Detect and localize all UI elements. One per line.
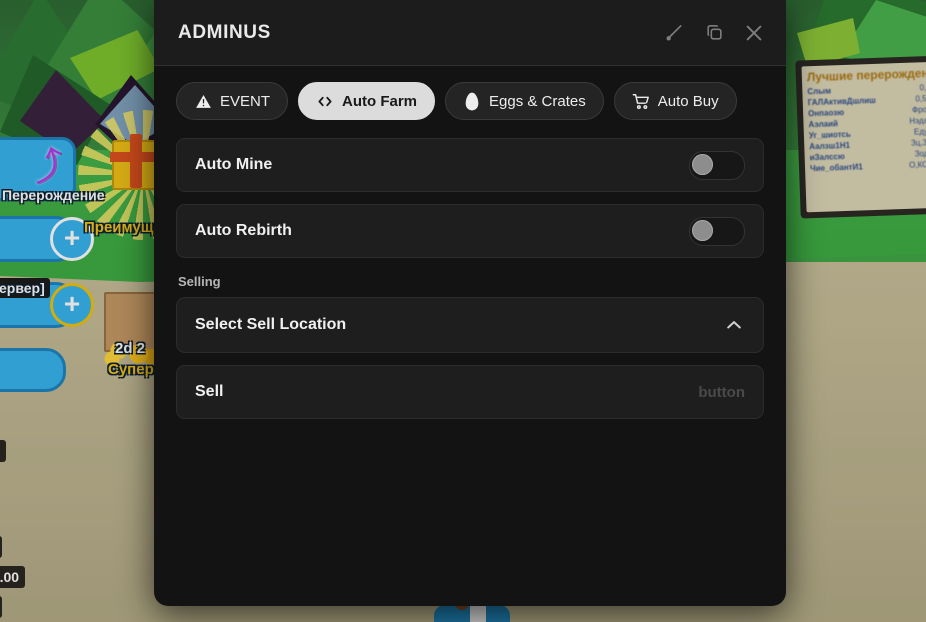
tab-label: Auto Buy <box>657 92 719 110</box>
header-icon-group <box>662 21 766 45</box>
section-label-selling: Selling <box>178 274 221 289</box>
copy-icon[interactable] <box>702 21 726 45</box>
adminus-panel: ADMINUS EVENT Auto Farm Eggs & Crates Au… <box>154 0 786 606</box>
panel-title: ADMINUS <box>178 21 271 43</box>
tab-eggs-crates[interactable]: Eggs & Crates <box>445 82 604 120</box>
egg-icon <box>463 92 481 110</box>
dropdown-select-sell-location[interactable]: Select Sell Location <box>176 297 764 353</box>
close-icon[interactable] <box>742 21 766 45</box>
row-label-auto-rebirth: Auto Rebirth <box>195 222 292 239</box>
panel-header: ADMINUS <box>154 0 786 66</box>
tab-auto-farm[interactable]: Auto Farm <box>298 82 436 120</box>
button-sell-hint: button <box>698 383 745 401</box>
code-brackets-icon <box>316 92 334 110</box>
toggle-knob <box>692 219 713 241</box>
tab-bar: EVENT Auto Farm Eggs & Crates Auto Buy <box>154 66 786 132</box>
tab-label: EVENT <box>220 92 271 110</box>
chevron-up-icon[interactable] <box>723 314 745 336</box>
toggle-auto-mine[interactable] <box>689 150 745 180</box>
paintbrush-icon[interactable] <box>662 21 686 45</box>
panel-content: Auto Mine Auto Rebirth Selling Select Se… <box>154 132 786 419</box>
button-sell[interactable]: Sell button <box>176 365 764 419</box>
tab-label: Auto Farm <box>342 92 418 110</box>
row-label-auto-mine: Auto Mine <box>195 156 273 173</box>
toggle-knob <box>692 153 713 175</box>
screen: ⤴ Перерождение + Преимуще + ервер] 2d 2 … <box>0 0 926 622</box>
row-auto-mine[interactable]: Auto Mine <box>176 138 764 192</box>
warning-triangle-icon <box>194 92 212 110</box>
shopping-cart-icon <box>632 92 650 110</box>
tab-auto-buy[interactable]: Auto Buy <box>613 82 737 120</box>
tab-event[interactable]: EVENT <box>176 82 289 120</box>
button-sell-label: Sell <box>195 383 224 400</box>
row-auto-rebirth[interactable]: Auto Rebirth <box>176 204 764 258</box>
toggle-auto-rebirth[interactable] <box>689 216 745 246</box>
dropdown-label: Select Sell Location <box>195 316 347 333</box>
tab-label: Eggs & Crates <box>489 92 586 110</box>
